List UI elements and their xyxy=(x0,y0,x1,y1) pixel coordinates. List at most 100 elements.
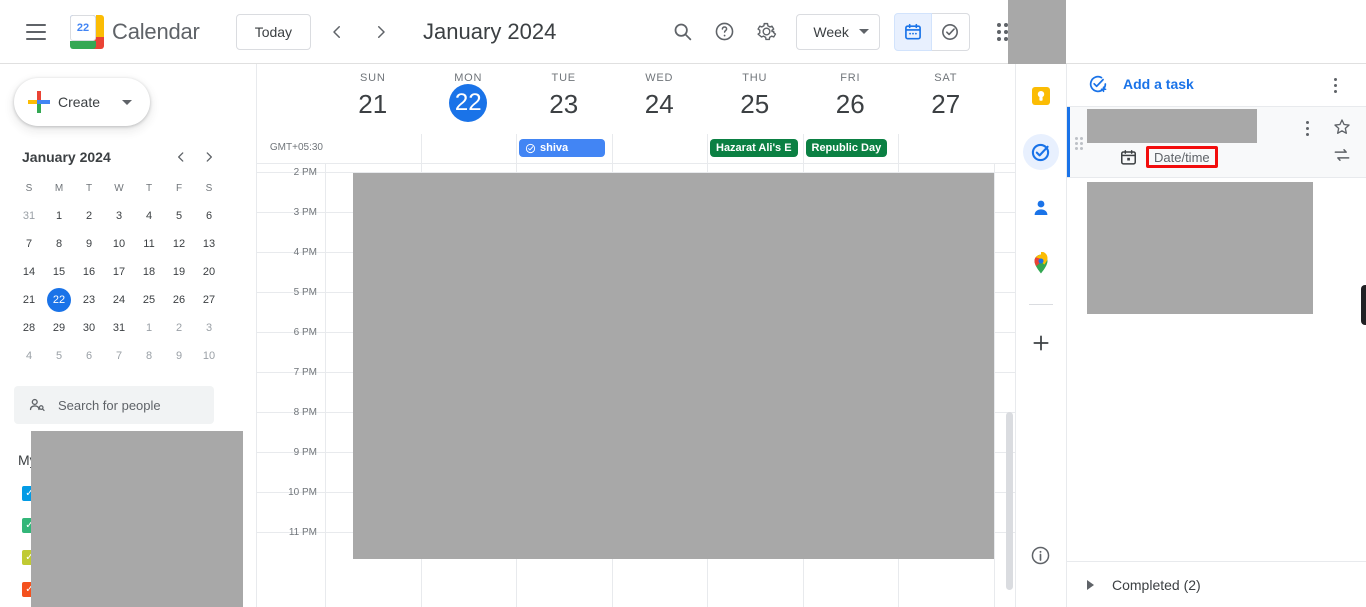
hamburger-menu-icon[interactable] xyxy=(12,8,60,56)
mini-calendar-day[interactable]: 18 xyxy=(134,260,164,284)
mini-calendar-day[interactable]: 28 xyxy=(14,316,44,340)
task-options-menu-icon[interactable] xyxy=(1292,113,1322,143)
hour-row[interactable]: 1 PM xyxy=(257,164,1015,172)
holiday-chip[interactable]: Hazarat Ali's E xyxy=(710,139,798,157)
mini-calendar-day[interactable]: 22 xyxy=(47,288,71,312)
day-number[interactable]: 21 xyxy=(358,86,387,122)
tasks-options-menu-icon[interactable] xyxy=(1320,70,1350,100)
task-item[interactable] xyxy=(1067,178,1366,236)
create-button[interactable]: Create xyxy=(14,78,150,126)
mini-calendar-day[interactable]: 25 xyxy=(134,288,164,312)
all-day-cell[interactable] xyxy=(898,134,994,163)
task-chip[interactable]: shiva xyxy=(519,139,605,157)
tasks-icon[interactable] xyxy=(1022,134,1059,170)
mini-calendar-day[interactable]: 8 xyxy=(134,344,164,368)
day-number[interactable]: 26 xyxy=(836,86,865,122)
day-column-header[interactable]: SAT 27 xyxy=(898,64,994,134)
help-circle-icon[interactable] xyxy=(704,12,744,52)
day-column-header[interactable]: MON 22 xyxy=(421,64,517,134)
all-day-cell[interactable] xyxy=(611,134,708,163)
mini-calendar-day[interactable]: 31 xyxy=(104,316,134,340)
drag-handle-icon[interactable] xyxy=(1075,137,1083,150)
mini-calendar-day[interactable]: 7 xyxy=(104,344,134,368)
mini-calendar-day[interactable]: 10 xyxy=(194,344,224,368)
panel-resize-handle[interactable] xyxy=(1361,285,1366,325)
task-item[interactable] xyxy=(1067,232,1366,314)
day-number[interactable]: 22 xyxy=(449,84,488,122)
next-period-button[interactable] xyxy=(363,14,399,50)
all-day-cell[interactable] xyxy=(325,134,421,163)
today-button[interactable]: Today xyxy=(235,13,312,50)
day-column-header[interactable]: THU 25 xyxy=(707,64,803,134)
mini-calendar-day[interactable]: 4 xyxy=(14,344,44,368)
day-column-header[interactable]: WED 24 xyxy=(612,64,708,134)
mini-calendar-grid[interactable]: S M T W T F S 31 1 2 3 4 5 6 7 8 9 10 11 12 13 14 15 16 17 18 19 20… xyxy=(14,176,224,368)
mini-calendar-day[interactable]: 26 xyxy=(164,288,194,312)
info-icon[interactable] xyxy=(1023,537,1059,573)
task-date-time-field[interactable]: Date/time xyxy=(1119,143,1319,171)
mini-calendar-day[interactable]: 16 xyxy=(74,260,104,284)
maps-icon[interactable] xyxy=(1023,246,1059,282)
search-icon[interactable] xyxy=(662,12,702,52)
mini-calendar-day[interactable]: 5 xyxy=(164,204,194,228)
mini-calendar-day[interactable]: 7 xyxy=(14,232,44,256)
add-task-row[interactable]: Add a task xyxy=(1067,62,1366,106)
mini-calendar-day[interactable]: 24 xyxy=(104,288,134,312)
mini-calendar-day[interactable]: 1 xyxy=(44,204,74,228)
time-grid-scrollbar[interactable] xyxy=(1006,412,1013,590)
mini-calendar-day[interactable]: 21 xyxy=(14,288,44,312)
day-number[interactable]: 25 xyxy=(740,86,769,122)
day-column-header[interactable]: SUN 21 xyxy=(325,64,421,134)
mini-calendar-next-button[interactable] xyxy=(196,144,222,170)
mini-calendar-day[interactable]: 2 xyxy=(164,316,194,340)
mini-calendar-day[interactable]: 15 xyxy=(44,260,74,284)
day-column-header[interactable]: TUE 23 xyxy=(516,64,612,134)
mini-calendar-day[interactable]: 4 xyxy=(134,204,164,228)
mini-calendar-day[interactable]: 10 xyxy=(104,232,134,256)
task-item-expanded[interactable]: Date/time xyxy=(1067,106,1366,178)
mini-calendar-day[interactable]: 12 xyxy=(164,232,194,256)
view-mode-select[interactable]: Week xyxy=(796,13,880,50)
tasks-view-button[interactable] xyxy=(931,12,970,51)
mini-calendar-day[interactable]: 3 xyxy=(104,204,134,228)
completed-section-toggle[interactable]: Completed (2) xyxy=(1067,561,1366,607)
mini-calendar-day[interactable]: 9 xyxy=(74,232,104,256)
mini-calendar-day[interactable]: 20 xyxy=(194,260,224,284)
calendar-view-button[interactable] xyxy=(893,12,932,51)
all-day-cell[interactable]: Republic Day xyxy=(802,134,899,163)
previous-period-button[interactable] xyxy=(319,14,355,50)
day-number[interactable]: 27 xyxy=(931,86,960,122)
mini-calendar-day[interactable]: 6 xyxy=(194,204,224,228)
add-addon-button[interactable] xyxy=(1023,325,1059,361)
mini-calendar-day[interactable]: 3 xyxy=(194,316,224,340)
mini-calendar-day[interactable]: 13 xyxy=(194,232,224,256)
contacts-icon[interactable] xyxy=(1023,190,1059,226)
mini-calendar-day[interactable]: 8 xyxy=(44,232,74,256)
mini-calendar-day[interactable]: 2 xyxy=(74,204,104,228)
mini-calendar-day[interactable]: 17 xyxy=(104,260,134,284)
mini-calendar-day[interactable]: 6 xyxy=(74,344,104,368)
mini-calendar-day[interactable]: 29 xyxy=(44,316,74,340)
mini-calendar-day[interactable]: 23 xyxy=(74,288,104,312)
mini-calendar-day[interactable]: 11 xyxy=(134,232,164,256)
day-number[interactable]: 23 xyxy=(549,86,578,122)
mini-calendar-day[interactable]: 31 xyxy=(14,204,44,228)
all-day-cell[interactable] xyxy=(420,134,517,163)
mini-calendar-day[interactable]: 27 xyxy=(194,288,224,312)
time-grid[interactable]: 1 PM2 PM 3 PM 4 PM 5 PM 6 PM 7 PM 8 PM 9 PM 10 P… xyxy=(257,164,1015,607)
gear-icon[interactable] xyxy=(746,12,786,52)
mini-calendar-day[interactable]: 1 xyxy=(134,316,164,340)
repeat-icon[interactable] xyxy=(1332,145,1352,170)
search-people-input[interactable]: Search for people xyxy=(14,386,214,424)
holiday-chip[interactable]: Republic Day xyxy=(805,139,888,157)
all-day-cell[interactable]: shiva xyxy=(516,134,612,163)
mini-calendar-day[interactable]: 14 xyxy=(14,260,44,284)
day-number[interactable]: 24 xyxy=(645,86,674,122)
avatar[interactable] xyxy=(1008,0,1066,64)
mini-calendar-day[interactable]: 5 xyxy=(44,344,74,368)
mini-calendar-day[interactable]: 9 xyxy=(164,344,194,368)
day-column-header[interactable]: FRI 26 xyxy=(803,64,899,134)
keep-icon[interactable] xyxy=(1023,78,1059,114)
mini-calendar-day[interactable]: 19 xyxy=(164,260,194,284)
mini-calendar-prev-button[interactable] xyxy=(168,144,194,170)
